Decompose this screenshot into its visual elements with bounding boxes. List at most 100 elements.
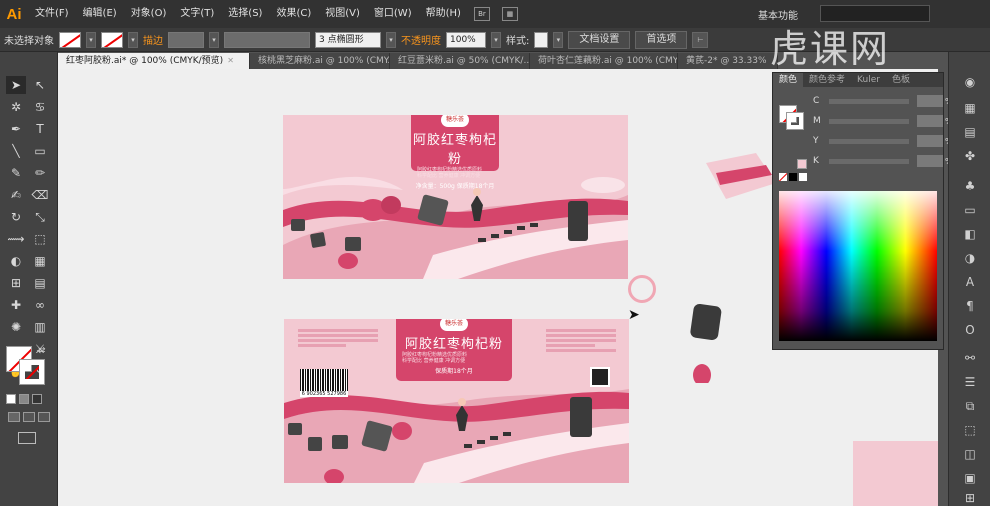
- align-icon[interactable]: ⊢: [692, 31, 709, 48]
- value-k-field[interactable]: [917, 155, 943, 167]
- paintbrush-tool-icon[interactable]: ✎: [6, 164, 26, 182]
- symbols-icon[interactable]: ♣: [961, 178, 979, 194]
- tab-color[interactable]: 颜色: [773, 73, 804, 87]
- links-icon[interactable]: ⚯: [961, 350, 979, 366]
- slider-k[interactable]: [829, 158, 909, 164]
- menu-effect[interactable]: 效果(C): [269, 0, 318, 28]
- style-dropdown-icon[interactable]: ▾: [553, 31, 564, 48]
- magic-wand-tool-icon[interactable]: ✲: [6, 98, 26, 116]
- artboard-front[interactable]: 糖乐荟 阿胶红枣枸杞粉 阿胶红枣枸杞粉精选优质原料 科学配比 营养健康 冲调方便…: [283, 115, 628, 279]
- color-mode-icon[interactable]: [6, 394, 16, 404]
- fill-swatch[interactable]: [59, 31, 81, 48]
- blend-tool-icon[interactable]: ∞: [30, 296, 50, 314]
- artboards-icon[interactable]: ▣: [961, 470, 979, 486]
- gradient-mode-icon[interactable]: [19, 394, 29, 404]
- symbol-sprayer-tool-icon[interactable]: ✺: [6, 318, 26, 336]
- menu-window[interactable]: 窗口(W): [367, 0, 419, 28]
- paragraph-icon[interactable]: ¶: [961, 298, 979, 314]
- value-m-field[interactable]: [917, 115, 943, 127]
- direct-selection-tool-icon[interactable]: ↖: [30, 76, 50, 94]
- gradient-icon[interactable]: ◧: [961, 226, 979, 242]
- tab-doc-4[interactable]: 荷叶杏仁莲藕粉.ai @ 100% (CMY...: [530, 53, 678, 69]
- last-color-swatch[interactable]: [797, 159, 807, 169]
- free-transform-tool-icon[interactable]: ⬚: [30, 230, 50, 248]
- swap-colors-icon[interactable]: ⇄: [38, 346, 46, 356]
- variable-width-field[interactable]: [224, 31, 310, 48]
- layers-icon[interactable]: ◫: [961, 446, 979, 462]
- draw-inside-icon[interactable]: [38, 412, 50, 422]
- none-swatch[interactable]: [779, 173, 787, 181]
- eraser-tool-icon[interactable]: ⌫: [30, 186, 50, 204]
- pencil-tool-icon[interactable]: ✏: [30, 164, 50, 182]
- draw-behind-icon[interactable]: [23, 412, 35, 422]
- selection-tool-icon[interactable]: ➤: [6, 76, 26, 94]
- scale-tool-icon[interactable]: ⤡: [30, 208, 50, 226]
- perspective-grid-tool-icon[interactable]: ▦: [30, 252, 50, 270]
- tab-doc-5[interactable]: 黄芪-2* @ 33.33%: [678, 53, 778, 69]
- swatches-icon[interactable]: ▤: [961, 124, 979, 140]
- menu-edit[interactable]: 编辑(E): [76, 0, 124, 28]
- tab-color-guide[interactable]: 颜色参考: [803, 73, 851, 87]
- shape-builder-tool-icon[interactable]: ◐: [6, 252, 26, 270]
- tab-kuler[interactable]: Kuler: [851, 73, 886, 87]
- none-mode-icon[interactable]: [32, 394, 42, 404]
- stroke-icon[interactable]: ▭: [961, 202, 979, 218]
- screen-mode-icon[interactable]: [18, 432, 36, 444]
- color-spectrum[interactable]: [779, 191, 937, 341]
- menu-help[interactable]: 帮助(H): [419, 0, 468, 28]
- lasso-tool-icon[interactable]: ♋: [30, 98, 50, 116]
- pathfinder-icon[interactable]: ⧉: [961, 398, 979, 414]
- pen-tool-icon[interactable]: ✒: [6, 120, 26, 138]
- panel-stroke-box[interactable]: [786, 112, 804, 130]
- bridge-icon[interactable]: Br: [473, 7, 490, 21]
- line-tool-icon[interactable]: ╲: [6, 142, 26, 160]
- black-swatch[interactable]: [789, 173, 797, 181]
- package-label-back[interactable]: 糖乐荟 阿胶红枣枸杞粉 阿胶红枣枸杞粉精选优质原料 科学配比 营养健康 冲调方便…: [396, 319, 512, 381]
- tab-doc-1[interactable]: 红枣阿胶粉.ai* @ 100% (CMYK/预览) ✕: [58, 53, 250, 69]
- slider-y[interactable]: [829, 138, 909, 144]
- opacity-label[interactable]: 不透明度: [401, 32, 441, 47]
- color-guide-icon[interactable]: ▦: [961, 100, 979, 116]
- stroke-weight-field[interactable]: [168, 31, 204, 48]
- document-settings-button[interactable]: 文档设置: [568, 30, 631, 49]
- value-y-field[interactable]: [917, 135, 943, 147]
- stroke-label[interactable]: 描边: [143, 32, 163, 47]
- brush-dropdown-icon[interactable]: ▾: [386, 31, 396, 48]
- blob-brush-tool-icon[interactable]: ✍: [6, 186, 26, 204]
- stroke-color-box[interactable]: [19, 359, 45, 385]
- opacity-dropdown-icon[interactable]: ▾: [491, 31, 501, 48]
- slider-c[interactable]: [829, 98, 909, 104]
- slider-m[interactable]: [829, 118, 909, 124]
- type-tool-icon[interactable]: T: [30, 120, 50, 138]
- opentype-icon[interactable]: O: [961, 322, 979, 338]
- menu-view[interactable]: 视图(V): [318, 0, 367, 28]
- package-label-front[interactable]: 糖乐荟 阿胶红枣枸杞粉 阿胶红枣枸杞粉精选优质原料 科学配比 营养健康 冲调方便…: [411, 115, 499, 190]
- align-panel-icon[interactable]: ☰: [961, 374, 979, 390]
- stroke-weight-dropdown-icon[interactable]: ▾: [209, 31, 219, 48]
- column-graph-tool-icon[interactable]: ▥: [30, 318, 50, 336]
- gradient-tool-icon[interactable]: ▤: [30, 274, 50, 292]
- menu-object[interactable]: 对象(O): [124, 0, 174, 28]
- artboard-back[interactable]: 6 902365 527986 糖乐荟 阿胶红枣枸杞粉 阿胶红枣枸杞粉精选优质原…: [284, 319, 629, 483]
- mesh-tool-icon[interactable]: ⊞: [6, 274, 26, 292]
- menu-type[interactable]: 文字(T): [173, 0, 221, 28]
- tab-doc-3[interactable]: 红豆薏米粉.ai @ 50% (CMYK/...: [390, 53, 530, 69]
- arrange-docs-icon[interactable]: ▦: [501, 7, 518, 21]
- tab-doc-2[interactable]: 核桃黑芝麻粉.ai @ 100% (CMY...: [250, 53, 390, 69]
- menu-file[interactable]: 文件(F): [28, 0, 76, 28]
- stroke-swatch[interactable]: [101, 31, 123, 48]
- fill-dropdown-icon[interactable]: ▾: [86, 31, 96, 48]
- character-icon[interactable]: A: [961, 274, 979, 290]
- transform-icon[interactable]: ⬚: [961, 422, 979, 438]
- white-swatch[interactable]: [799, 173, 807, 181]
- menu-select[interactable]: 选择(S): [221, 0, 269, 28]
- style-swatch[interactable]: [534, 31, 549, 48]
- rectangle-tool-icon[interactable]: ▭: [30, 142, 50, 160]
- close-icon[interactable]: ✕: [227, 56, 234, 65]
- rotate-tool-icon[interactable]: ↻: [6, 208, 26, 226]
- tab-swatches[interactable]: 色板: [886, 73, 916, 87]
- color-panel-icon[interactable]: ◉: [961, 74, 979, 90]
- asset-export-icon[interactable]: ⊞: [961, 490, 979, 506]
- stroke-dropdown-icon[interactable]: ▾: [128, 31, 138, 48]
- preferences-button[interactable]: 首选项: [635, 30, 688, 49]
